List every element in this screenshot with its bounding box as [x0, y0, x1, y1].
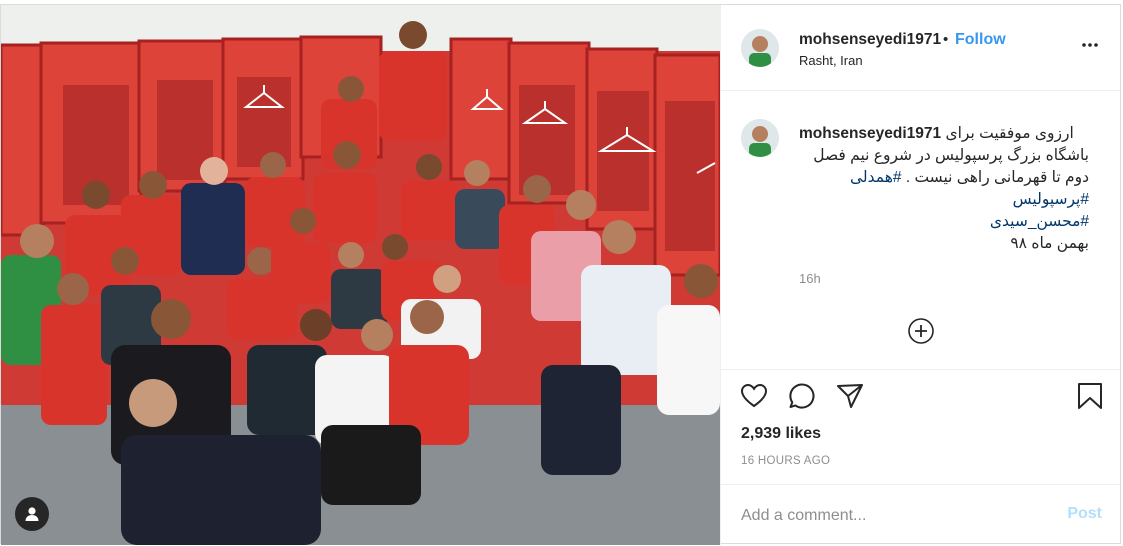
load-more-comments-icon[interactable] [907, 317, 935, 345]
caption-avatar[interactable] [741, 119, 779, 157]
comment-input[interactable] [739, 503, 1043, 529]
post-comment-button[interactable]: Post [1067, 505, 1102, 523]
comment-form: Post [721, 484, 1120, 545]
post-username[interactable]: mohsenseyedi1971 [799, 31, 941, 49]
post-location[interactable]: Rasht, Iran [799, 53, 863, 68]
hashtag-link[interactable]: #پرسپولیس [799, 189, 1089, 211]
post-caption: mohsenseyedi1971 ارزوی موفقیت برای باشگا… [799, 123, 1089, 255]
bookmark-icon[interactable] [1075, 381, 1105, 411]
caption-username[interactable]: mohsenseyedi1971 [799, 125, 941, 142]
share-icon[interactable] [835, 381, 865, 411]
likes-count[interactable]: 2,939 likes [741, 425, 821, 443]
comment-icon[interactable] [787, 381, 817, 411]
post-card: mohsenseyedi1971 • Follow Rasht, Iran mo… [0, 4, 1121, 545]
avatar[interactable] [741, 29, 779, 67]
user-tag-button[interactable] [15, 497, 49, 531]
user-tag-icon [25, 507, 39, 521]
caption-line-3: دوم تا قهرمانی راهی نیست . #همدلی [799, 167, 1089, 189]
caption-line-4: بهمن ماه ۹۸ [1010, 235, 1089, 252]
post-photo[interactable] [1, 5, 720, 545]
hashtag-link[interactable]: #محسن_سیدی [799, 211, 1089, 233]
follow-button[interactable]: Follow [955, 31, 1006, 49]
divider [721, 369, 1120, 370]
separator-dot: • [943, 31, 949, 48]
caption-time[interactable]: 16h [799, 271, 821, 286]
post-side-panel: mohsenseyedi1971 • Follow Rasht, Iran mo… [720, 5, 1120, 545]
more-options-icon[interactable] [1080, 35, 1100, 55]
post-timestamp[interactable]: 16 HOURS AGO [741, 455, 830, 467]
post-header: mohsenseyedi1971 • Follow Rasht, Iran [721, 5, 1120, 91]
caption-line-1: ارزوی موفقیت برای [945, 125, 1074, 142]
caption-line-2: باشگاه بزرگ پرسپولیس در شروع نیم فصل [813, 147, 1089, 164]
heart-icon[interactable] [739, 381, 769, 411]
hashtag-link[interactable]: #همدلی [850, 169, 902, 186]
caption-line-3-text: دوم تا قهرمانی راهی نیست . [905, 169, 1089, 186]
team-photo-illustration [1, 5, 720, 545]
